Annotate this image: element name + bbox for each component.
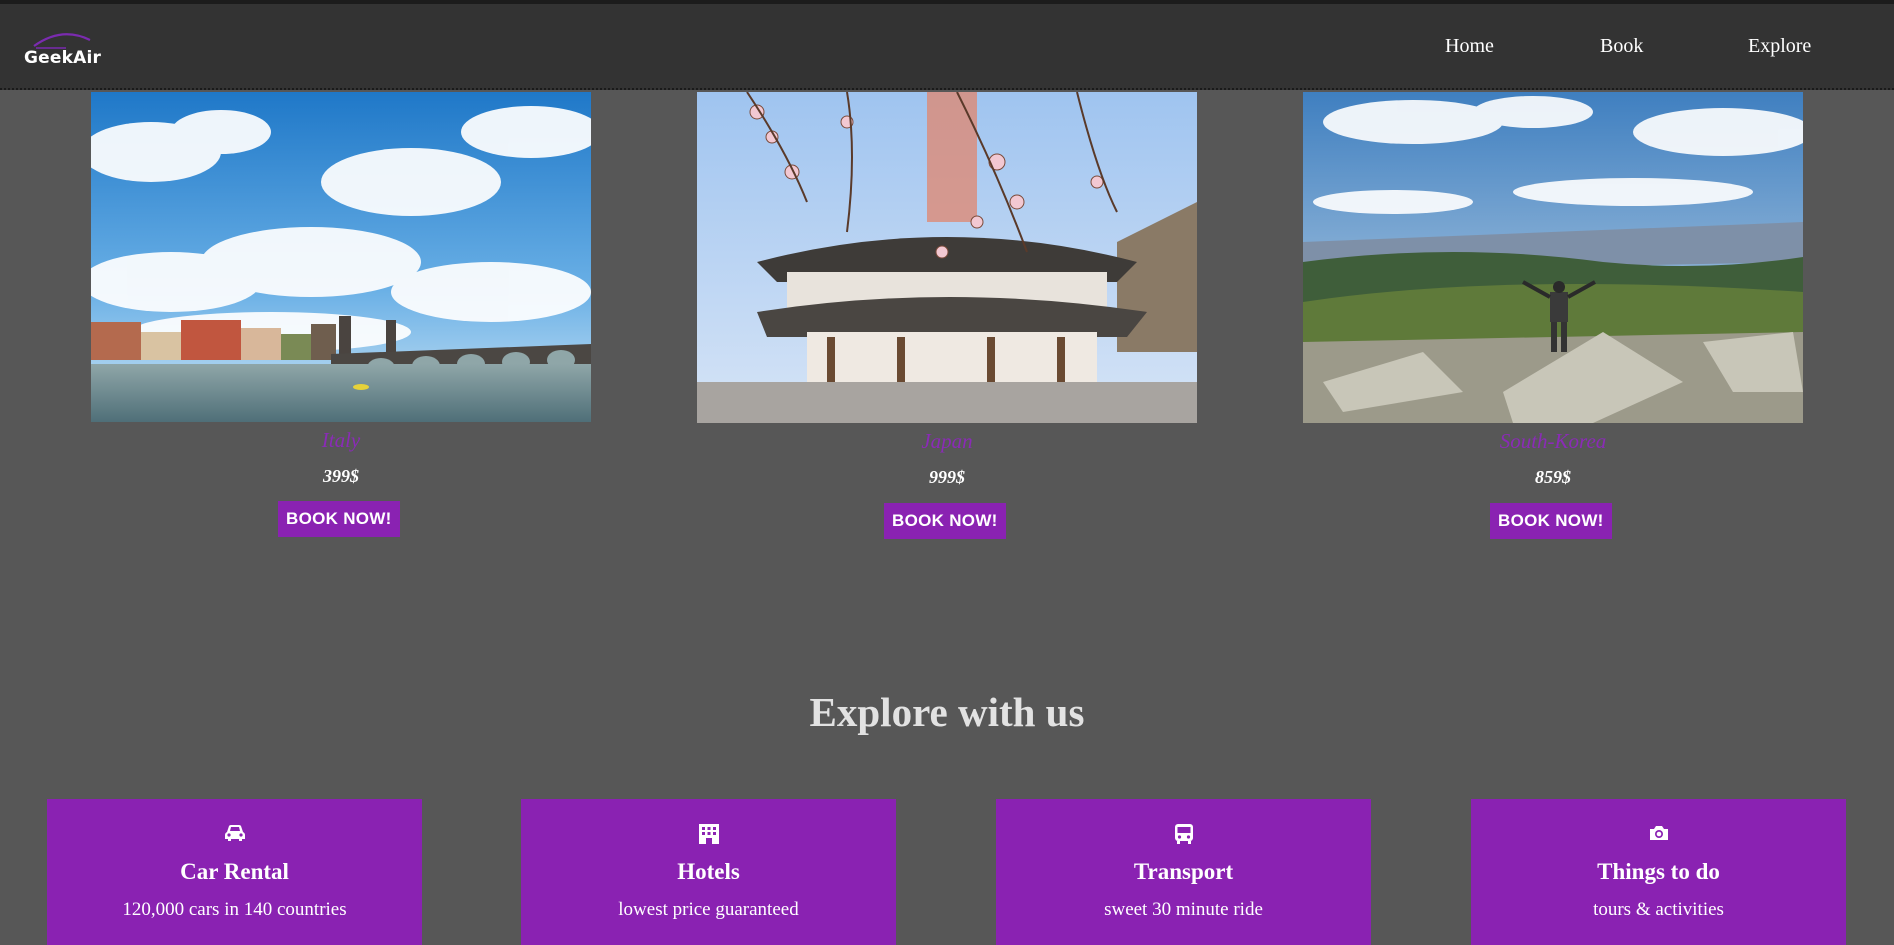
book-now-button[interactable]: BOOK NOW! bbox=[278, 501, 400, 537]
camera-icon bbox=[1471, 823, 1846, 845]
card-subtitle: tours & activities bbox=[1593, 899, 1724, 920]
building-icon bbox=[521, 823, 896, 845]
nav-explore-link[interactable]: Explore bbox=[1748, 35, 1811, 58]
explore-card-hotels[interactable]: Hotels lowest price guaranteed bbox=[521, 799, 896, 945]
bus-icon bbox=[996, 823, 1371, 845]
card-title: Hotels bbox=[677, 859, 740, 884]
card-title: Things to do bbox=[1597, 859, 1720, 884]
nav-book-link[interactable]: Book bbox=[1600, 35, 1643, 58]
destination-name: Italy bbox=[321, 428, 361, 452]
navbar: GeekAir Home Book Explore bbox=[0, 4, 1894, 90]
logo[interactable]: GeekAir bbox=[24, 28, 102, 72]
car-icon bbox=[47, 823, 422, 845]
logo-text: GeekAir bbox=[24, 48, 102, 68]
card-subtitle: sweet 30 minute ride bbox=[1104, 899, 1263, 920]
card-title: Transport bbox=[1133, 859, 1234, 884]
airplane-swoosh-icon bbox=[33, 33, 91, 49]
destination-price: 859$ bbox=[1535, 467, 1571, 487]
explore-title: Explore with us bbox=[809, 689, 1085, 735]
destination-name: South-Korea bbox=[1499, 429, 1607, 453]
destination-name: Japan bbox=[921, 429, 973, 453]
italy-photo bbox=[91, 92, 591, 422]
explore-card-car-rental[interactable]: Car Rental 120,000 cars in 140 countries bbox=[47, 799, 422, 945]
book-now-button[interactable]: BOOK NOW! bbox=[1490, 503, 1612, 539]
explore-card-transport[interactable]: Transport sweet 30 minute ride bbox=[996, 799, 1371, 945]
destination-price: 399$ bbox=[323, 466, 359, 486]
book-now-button[interactable]: BOOK NOW! bbox=[884, 503, 1006, 539]
destination-price: 999$ bbox=[929, 467, 965, 487]
explore-card-things-to-do[interactable]: Things to do tours & activities bbox=[1471, 799, 1846, 945]
card-title: Car Rental bbox=[180, 859, 289, 884]
card-subtitle: lowest price guaranteed bbox=[618, 899, 799, 920]
japan-photo bbox=[697, 92, 1197, 423]
south-korea-photo bbox=[1303, 92, 1803, 423]
nav-home-link[interactable]: Home bbox=[1445, 35, 1494, 58]
card-subtitle: 120,000 cars in 140 countries bbox=[122, 899, 347, 920]
